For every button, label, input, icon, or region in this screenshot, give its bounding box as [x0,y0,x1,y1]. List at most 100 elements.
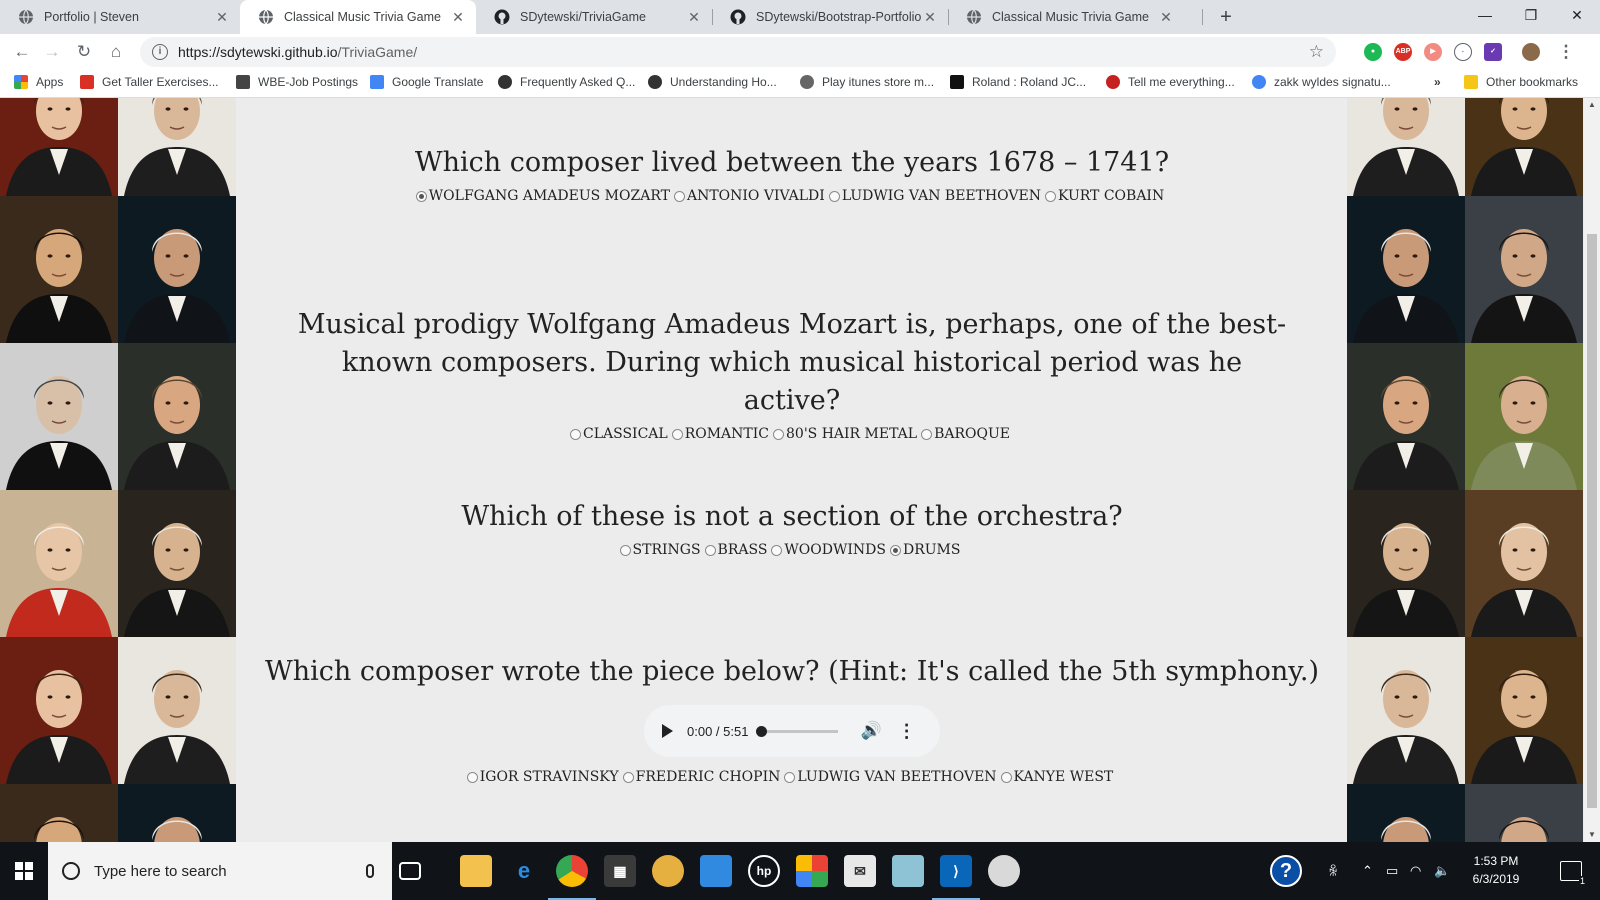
answer-option[interactable]: WOLFGANG AMADEUS MOZART [415,188,670,204]
bookmark-other[interactable]: Other bookmarks [1464,75,1578,89]
bookmark-google-translate[interactable]: Google Translate [370,75,483,89]
extension-purple-icon[interactable]: ✓ [1484,43,1502,61]
minimize-icon[interactable]: — [1462,0,1508,30]
tab-github-portfolio[interactable]: SDytewski/Bootstrap-Portfolio ✕ [712,0,948,34]
audio-player[interactable]: 0:00 / 5:51 🔊 ⋮ [644,705,940,757]
bookmark-get-taller[interactable]: Get Taller Exercises... [80,75,218,89]
extension-red-icon[interactable]: ▶ [1424,43,1442,61]
reload-icon[interactable]: ↻ [72,40,96,64]
answer-option[interactable]: ROMANTIC [671,426,769,442]
forward-icon[interactable]: → [40,40,64,64]
answer-option[interactable]: KANYE WEST [1000,769,1113,785]
people-icon[interactable]: ꆜ [1328,842,1338,900]
bookmark-zakk[interactable]: zakk wyldes signatu... [1252,75,1391,89]
tray-chevron-icon[interactable]: ⌃ [1362,842,1373,900]
microphone-icon[interactable] [366,864,374,878]
paint-icon[interactable] [988,855,1020,887]
answer-option[interactable]: STRINGS [619,542,701,558]
bookmark-apps[interactable]: Apps [14,75,63,89]
tab-github-triviagame[interactable]: SDytewski/TriviaGame ✕ [476,0,712,34]
task-view-icon[interactable] [399,862,421,880]
answer-option[interactable]: BAROQUE [921,426,1010,442]
taskbar-clock[interactable]: 1:53 PM 6/3/2019 [1466,852,1526,888]
page-scrollbar[interactable]: ▲ ▼ [1584,98,1600,842]
mail-icon[interactable]: ✉ [844,855,876,887]
answer-option[interactable]: WOODWINDS [771,542,886,558]
close-icon[interactable]: ✕ [214,9,230,26]
tab-trivia-game[interactable]: Classical Music Trivia Game ✕ [240,0,476,34]
home-icon[interactable]: ⌂ [104,40,128,64]
radio-button[interactable] [784,771,796,783]
close-icon[interactable]: ✕ [922,9,938,26]
audio-seek-slider[interactable] [756,725,839,737]
battery-icon[interactable]: ▭ [1386,842,1398,900]
close-icon[interactable]: ✕ [450,9,466,26]
answer-option[interactable]: ANTONIO VIVALDI [673,188,825,204]
radio-button[interactable] [1000,771,1012,783]
help-icon[interactable]: ? [1270,855,1302,887]
answer-option[interactable]: KURT COBAIN [1045,188,1164,204]
radio-button[interactable] [889,544,901,556]
radio-button[interactable] [771,544,783,556]
radio-button[interactable] [673,190,685,202]
chrome-icon[interactable] [548,855,596,900]
vscode-icon[interactable]: ⟩ [932,855,980,900]
answer-option[interactable]: DRUMS [889,542,960,558]
radio-button[interactable] [415,190,427,202]
radio-button[interactable] [569,428,581,440]
adblock-icon[interactable]: ABP [1394,43,1412,61]
radio-button[interactable] [921,428,933,440]
app-colorful-icon[interactable] [796,855,828,887]
bookmark-star-icon[interactable]: ☆ [1309,42,1324,62]
radio-button[interactable] [466,771,478,783]
volume-icon[interactable]: 🔊 [860,721,881,741]
file-explorer-icon[interactable] [460,855,492,887]
radio-button[interactable] [704,544,716,556]
radio-button[interactable] [619,544,631,556]
answer-option[interactable]: 80'S HAIR METAL [773,426,917,442]
volume-tray-icon[interactable]: 🔈 [1434,842,1450,900]
bookmark-understanding[interactable]: Understanding Ho... [648,75,777,89]
bookmark-roland[interactable]: Roland : Roland JC... [950,75,1086,89]
answer-option[interactable]: LUDWIG VAN BEETHOVEN [784,769,997,785]
tab-trivia-game-2[interactable]: Classical Music Trivia Game ✕ [948,0,1184,34]
play-icon[interactable] [662,724,673,738]
wifi-icon[interactable]: ◠ [1410,842,1421,900]
scroll-down-icon[interactable]: ▼ [1584,828,1600,842]
bookmark-faq[interactable]: Frequently Asked Q... [498,75,635,89]
extension-green-icon[interactable]: ● [1364,43,1382,61]
extension-circle-icon[interactable]: · [1454,43,1472,61]
close-window-icon[interactable]: ✕ [1554,0,1600,30]
app-blue-icon[interactable] [700,855,732,887]
maximize-icon[interactable]: ❐ [1508,0,1554,30]
new-tab-button[interactable]: + [1214,5,1238,29]
answer-option[interactable]: LUDWIG VAN BEETHOVEN [828,188,1041,204]
info-icon[interactable]: i [152,44,168,60]
address-bar[interactable]: i https://sdytewski.github.io/TriviaGame… [140,37,1336,67]
radio-button[interactable] [1045,190,1056,202]
edge-icon[interactable]: e [508,855,540,887]
bookmark-wbe-jobs[interactable]: WBE-Job Postings [236,75,358,89]
radio-button[interactable] [622,771,634,783]
answer-option[interactable]: IGOR STRAVINSKY [466,769,619,785]
radio-button[interactable] [828,190,840,202]
taskbar-search[interactable]: Type here to search [48,842,392,900]
scrollbar-thumb[interactable] [1587,234,1597,808]
answer-option[interactable]: CLASSICAL [569,426,668,442]
answer-option[interactable]: BRASS [704,542,767,558]
radio-button[interactable] [773,428,784,440]
more-options-icon[interactable]: ⋮ [898,721,916,742]
app-light-blue-icon[interactable] [892,855,924,887]
action-center-icon[interactable]: 1 [1560,861,1586,886]
tab-portfolio[interactable]: Portfolio | Steven ✕ [0,0,240,34]
more-bookmarks-icon[interactable]: » [1434,75,1441,89]
close-icon[interactable]: ✕ [1158,9,1174,26]
app-icon[interactable] [652,855,684,887]
bookmark-tell-me[interactable]: Tell me everything... [1106,75,1235,89]
scroll-up-icon[interactable]: ▲ [1584,98,1600,112]
avatar[interactable] [1522,43,1540,61]
hp-icon[interactable]: hp [748,855,780,887]
bookmark-itunes[interactable]: Play itunes store m... [800,75,934,89]
back-icon[interactable]: ← [10,40,34,64]
answer-option[interactable]: FREDERIC CHOPIN [622,769,780,785]
